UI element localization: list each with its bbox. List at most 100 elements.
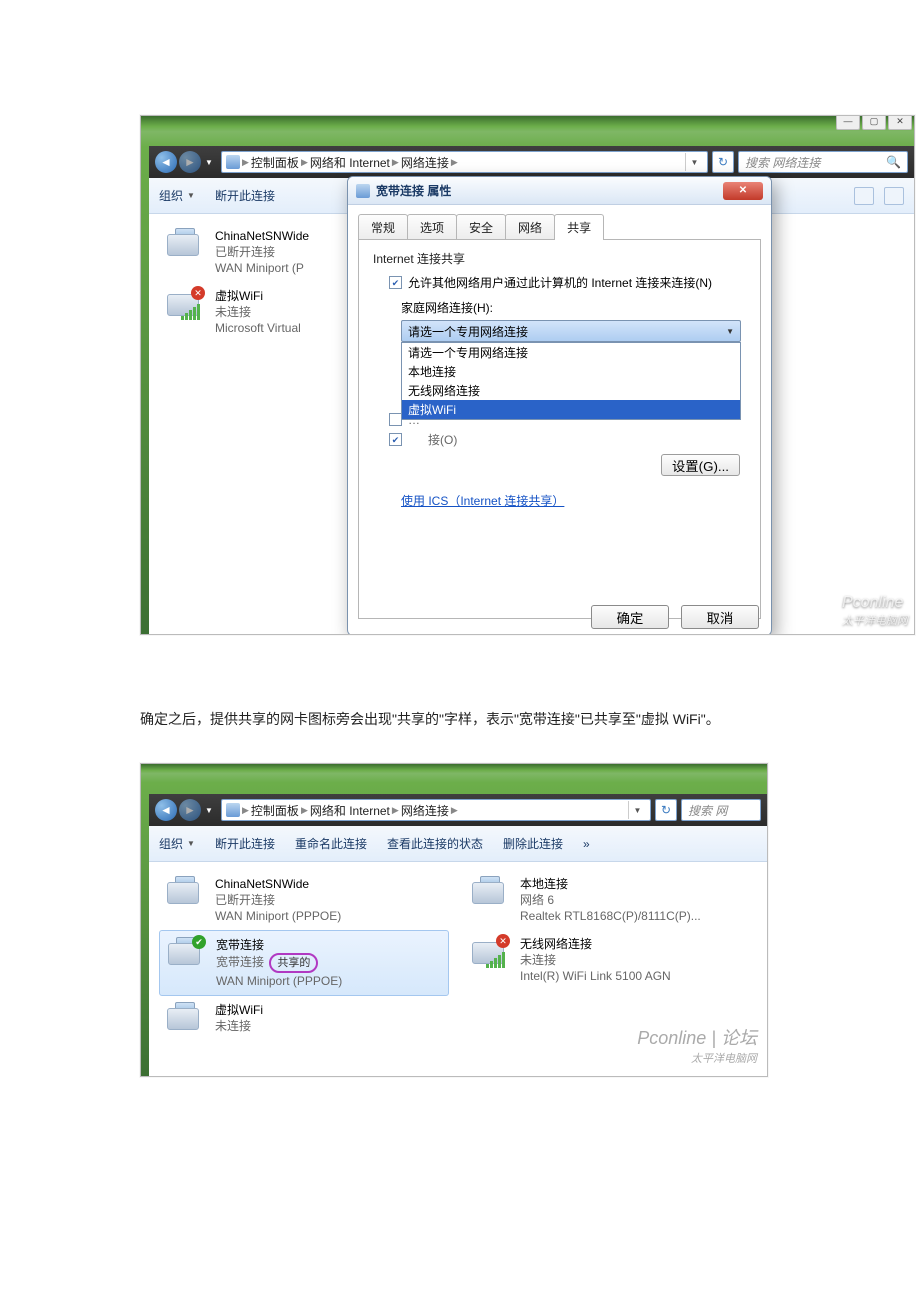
connection-name: 本地连接 [520, 876, 701, 892]
breadcrumb-bar[interactable]: ▶ 控制面板▶ 网络和 Internet▶ 网络连接▶ ▼ [221, 151, 708, 173]
search-input[interactable]: 搜索 网 [681, 799, 761, 821]
disconnect-button[interactable]: 断开此连接 [215, 835, 275, 852]
tab-sharing[interactable]: 共享 [554, 214, 604, 240]
forward-button[interactable]: ► [179, 799, 201, 821]
tab-general[interactable]: 常规 [358, 214, 408, 240]
address-dropdown-icon[interactable]: ▼ [685, 153, 703, 171]
breadcrumb-bar[interactable]: ▶ 控制面板▶ 网络和 Internet▶ 网络连接▶ ▼ [221, 799, 651, 821]
combo-option[interactable]: 请选一个专用网络连接 [402, 343, 740, 362]
back-button[interactable]: ◄ [155, 799, 177, 821]
home-network-combo[interactable]: 请选一个专用网络连接 ▼ 请选一个专用网络连接 本地连接 无线网络连接 虚拟Wi… [401, 320, 741, 342]
window-titlebar: — ▢ ✕ [836, 115, 912, 130]
home-network-label: 家庭网络连接(H): [401, 299, 746, 316]
dialog-buttons: 确定 取消 [591, 605, 759, 629]
refresh-button[interactable]: ↻ [655, 799, 677, 821]
adapter-icon [165, 228, 207, 264]
combo-option[interactable]: 本地连接 [402, 362, 740, 381]
checkbox-third[interactable] [389, 433, 402, 446]
breadcrumb-item: 网络和 Internet▶ [310, 802, 399, 819]
search-placeholder: 搜索 网 [688, 802, 727, 819]
minimize-button[interactable]: — [836, 115, 860, 130]
breadcrumb-item: 网络连接▶ [401, 154, 458, 171]
search-placeholder: 搜索 网络连接 [745, 154, 820, 171]
checkbox-label-partial: 接(O) [428, 432, 457, 448]
dialog-titlebar: 宽带连接 属性 ✕ [348, 177, 771, 205]
connection-name: ChinaNetSNWide [215, 228, 309, 244]
nav-history-dropdown-icon[interactable]: ▼ [205, 805, 215, 815]
tab-options[interactable]: 选项 [407, 214, 457, 240]
address-dropdown-icon[interactable]: ▼ [628, 801, 646, 819]
connection-item[interactable]: 虚拟WiFi 未连接 [159, 996, 449, 1044]
connection-status: 未连接 [520, 952, 671, 968]
explorer-window: ◄ ► ▼ ▶ 控制面板▶ 网络和 Internet▶ 网络连接▶ ▼ ↻ 搜索… [149, 794, 767, 1076]
signal-bars-icon [181, 304, 200, 320]
article-paragraph: 确定之后，提供共享的网卡图标旁会出现"共享的"字样，表示"宽带连接"已共享至"虚… [140, 705, 918, 733]
search-icon: 🔍 [886, 155, 901, 169]
organize-button[interactable]: 组织▼ [159, 187, 195, 204]
view-status-button[interactable]: 查看此连接的状态 [387, 835, 483, 852]
dialog-icon [356, 184, 370, 198]
connection-status: 已断开连接 [215, 244, 309, 260]
connection-adapter: WAN Miniport (PPPOE) [215, 908, 341, 924]
preview-pane-button[interactable] [884, 187, 904, 205]
connection-adapter: WAN Miniport (PPPOE) [216, 973, 342, 989]
refresh-button[interactable]: ↻ [712, 151, 734, 173]
connection-name: ChinaNetSNWide [215, 876, 341, 892]
connection-status: 未连接 [215, 304, 301, 320]
connection-item[interactable]: ✔ 宽带连接 宽带连接 共享的 WAN Miniport (PPPOE) [159, 930, 449, 996]
more-button[interactable]: » [583, 837, 590, 851]
combo-option[interactable]: 虚拟WiFi [402, 400, 740, 419]
dialog-tabs: 常规 选项 安全 网络 共享 [348, 205, 771, 239]
location-icon [226, 155, 240, 169]
group-label: Internet 连接共享 [373, 250, 746, 267]
back-button[interactable]: ◄ [155, 151, 177, 173]
delete-button[interactable]: 删除此连接 [503, 835, 563, 852]
disconnect-button[interactable]: 断开此连接 [215, 187, 275, 204]
view-options-button[interactable] [854, 187, 874, 205]
connection-item[interactable]: ChinaNetSNWide 已断开连接 WAN Miniport (PPPOE… [159, 870, 449, 930]
combo-dropdown-list: 请选一个专用网络连接 本地连接 无线网络连接 虚拟WiFi [401, 342, 741, 420]
connection-name: 宽带连接 [216, 937, 342, 953]
connection-adapter: Intel(R) WiFi Link 5100 AGN [520, 968, 671, 984]
connection-name: 无线网络连接 [520, 936, 671, 952]
maximize-button[interactable]: ▢ [862, 115, 886, 130]
error-badge-icon: ✕ [191, 286, 205, 300]
connection-status: 网络 6 [520, 892, 701, 908]
connection-item[interactable]: 本地连接 网络 6 Realtek RTL8168C(P)/8111C(P)..… [464, 870, 754, 930]
organize-button[interactable]: 组织▼ [159, 835, 195, 852]
properties-dialog: 宽带连接 属性 ✕ 常规 选项 安全 网络 共享 Internet 连接共享 允… [347, 176, 772, 635]
adapter-icon: ✕ [470, 936, 512, 972]
location-icon [226, 803, 240, 817]
dialog-close-button[interactable]: ✕ [723, 182, 763, 200]
tab-sharing-body: Internet 连接共享 允许其他网络用户通过此计算机的 Internet 连… [358, 239, 761, 619]
tab-network[interactable]: 网络 [505, 214, 555, 240]
breadcrumb-item: 网络和 Internet▶ [310, 154, 399, 171]
forward-button[interactable]: ► [179, 151, 201, 173]
connection-name: 虚拟WiFi [215, 1002, 263, 1018]
connection-adapter: Realtek RTL8168C(P)/8111C(P)... [520, 908, 701, 924]
ics-help-link[interactable]: 使用 ICS（Internet 连接共享） [401, 492, 564, 509]
breadcrumb-item: 网络连接▶ [401, 802, 458, 819]
connection-adapter: Microsoft Virtual [215, 320, 301, 336]
cancel-button[interactable]: 取消 [681, 605, 759, 629]
signal-bars-icon [486, 952, 505, 968]
connected-badge-icon: ✔ [192, 935, 206, 949]
adapter-icon [165, 1002, 207, 1038]
settings-button[interactable]: 设置(G)... [661, 454, 740, 476]
navigation-bar: ◄ ► ▼ ▶ 控制面板▶ 网络和 Internet▶ 网络连接▶ ▼ ↻ 搜索… [149, 146, 914, 178]
toolbar: 组织▼ 断开此连接 重命名此连接 查看此连接的状态 删除此连接 » [149, 826, 767, 862]
rename-button[interactable]: 重命名此连接 [295, 835, 367, 852]
connection-list: ChinaNetSNWide 已断开连接 WAN Miniport (PPPOE… [149, 862, 767, 1052]
combo-option[interactable]: 无线网络连接 [402, 381, 740, 400]
nav-history-dropdown-icon[interactable]: ▼ [205, 157, 215, 167]
close-button[interactable]: ✕ [888, 115, 912, 130]
error-badge-icon: ✕ [496, 934, 510, 948]
ok-button[interactable]: 确定 [591, 605, 669, 629]
connection-item[interactable]: ✕ 无线网络连接 未连接 Intel(R) WiFi Link 5100 AGN [464, 930, 754, 990]
checkbox-allow-sharing[interactable] [389, 276, 402, 289]
connection-status: 已断开连接 [215, 892, 341, 908]
tab-security[interactable]: 安全 [456, 214, 506, 240]
chevron-down-icon: ▼ [726, 327, 734, 336]
combo-selected-text: 请选一个专用网络连接 [408, 323, 528, 340]
search-input[interactable]: 搜索 网络连接 🔍 [738, 151, 908, 173]
